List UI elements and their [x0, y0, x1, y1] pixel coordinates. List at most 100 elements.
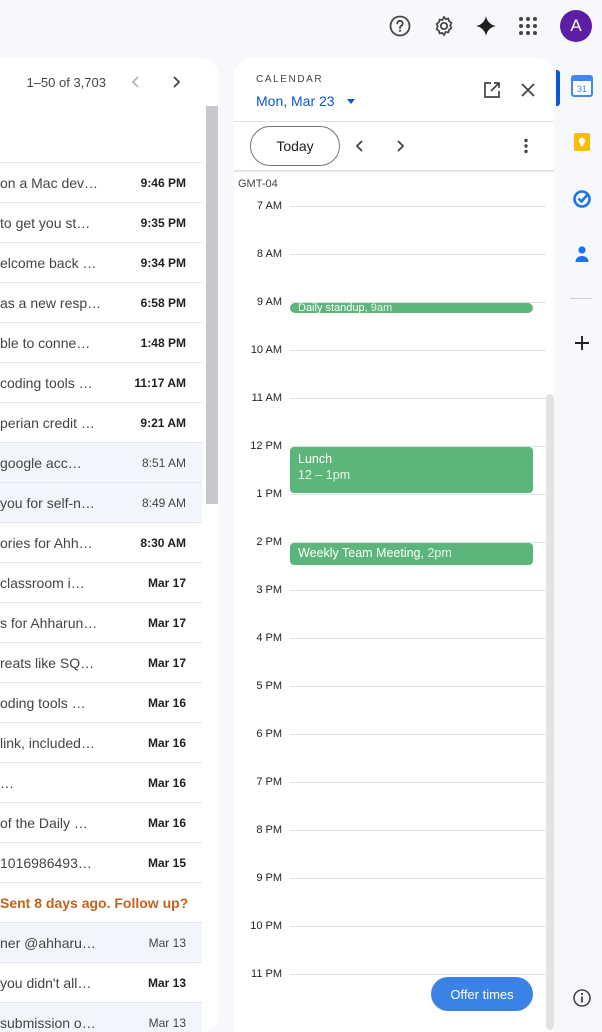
mail-list-header: 1–50 of 3,703: [0, 58, 218, 106]
mail-list-panel: 1–50 of 3,703 on a Mac dev… 9:46 PM to get…: [0, 58, 218, 1032]
follow-up-nudge[interactable]: Sent 8 days ago. Follow up?: [0, 882, 202, 922]
email-snippet: on a Mac dev…: [0, 174, 99, 191]
hour-gridline: [290, 254, 546, 255]
email-row[interactable]: to get you st… 9:35 PM: [0, 202, 202, 242]
more-options-icon[interactable]: [518, 136, 534, 156]
hour-slot[interactable]: 3 PM: [234, 584, 546, 638]
email-row[interactable]: coding tools … 11:17 AM: [0, 362, 202, 402]
today-button[interactable]: Today: [250, 126, 340, 166]
email-snippet: …: [0, 774, 14, 791]
email-snippet: perian credit …: [0, 414, 95, 431]
hour-gridline: [290, 398, 546, 399]
apps-grid-icon[interactable]: [512, 10, 544, 42]
offer-times-button[interactable]: Offer times: [431, 977, 533, 1011]
hour-label: 3 PM: [256, 584, 282, 596]
email-date: 8:51 AM: [141, 455, 186, 470]
hour-gridline: [290, 782, 546, 783]
email-row[interactable]: submission o… Mar 13: [0, 1002, 202, 1032]
keep-icon[interactable]: [568, 128, 596, 156]
hour-label: 11 AM: [251, 392, 282, 404]
email-row[interactable]: oding tools … Mar 16: [0, 682, 202, 722]
older-page-button[interactable]: [128, 72, 144, 92]
email-snippet: elcome back …: [0, 254, 97, 271]
email-row[interactable]: s for Ahharun… Mar 17: [0, 602, 202, 642]
date-picker[interactable]: Mon, Mar 23: [256, 93, 355, 109]
email-row[interactable]: 1016986493… Mar 15: [0, 842, 202, 882]
sparkle-icon[interactable]: [470, 10, 502, 42]
next-day-button[interactable]: [392, 136, 408, 156]
calendar-scrollbar[interactable]: [546, 394, 554, 1030]
event-title: Daily standup: [298, 303, 365, 313]
email-row[interactable]: perian credit … 9:21 AM: [0, 402, 202, 442]
email-row[interactable]: link, included… Mar 16: [0, 722, 202, 762]
hour-label: 8 AM: [256, 248, 282, 260]
mail-scrollbar[interactable]: [206, 106, 218, 504]
current-date: Mon, Mar 23: [256, 93, 335, 109]
help-icon[interactable]: [384, 10, 416, 42]
email-date: Mar 16: [147, 815, 186, 830]
calendar-event[interactable]: Weekly Team Meeting, 2pm: [290, 543, 533, 565]
calendar-event[interactable]: Lunch 12 – 1pm: [290, 447, 533, 493]
hour-slot[interactable]: 10 AM: [234, 344, 546, 398]
email-date: Mar 13: [148, 935, 186, 950]
email-row[interactable]: you for self-n… 8:49 AM: [0, 482, 202, 522]
hour-slot[interactable]: 8 AM: [234, 248, 546, 302]
email-row[interactable]: you didn't all… Mar 13: [0, 962, 202, 1002]
selected-indicator: [556, 70, 560, 106]
contacts-icon[interactable]: [568, 240, 596, 268]
email-date: Mar 17: [147, 655, 186, 670]
hour-label: 12 PM: [250, 440, 282, 452]
calendar-event[interactable]: Daily standup, 9am: [290, 303, 533, 313]
header-shadow: [234, 170, 554, 173]
hour-gridline: [290, 974, 546, 975]
event-title: Weekly Team Meeting: [298, 546, 421, 560]
event-time: 2pm: [427, 546, 452, 560]
email-row[interactable]: … Mar 16: [0, 762, 202, 802]
hour-gridline: [290, 206, 546, 207]
previous-day-button[interactable]: [352, 136, 368, 156]
hour-label: 8 PM: [256, 824, 282, 836]
email-row[interactable]: on a Mac dev… 9:46 PM: [0, 162, 202, 202]
hour-slot[interactable]: 10 PM: [234, 920, 546, 974]
hour-label: 7 PM: [256, 776, 282, 788]
hour-slot[interactable]: 6 PM: [234, 728, 546, 782]
hour-slot[interactable]: 11 AM: [234, 392, 546, 446]
hour-slot[interactable]: 5 PM: [234, 680, 546, 734]
email-snippet: s for Ahharun…: [0, 614, 98, 631]
close-icon[interactable]: [518, 80, 538, 100]
email-row[interactable]: ner @ahharu… Mar 13: [0, 922, 202, 962]
hour-gridline: [290, 638, 546, 639]
top-bar: A: [0, 0, 602, 56]
email-row[interactable]: elcome back … 9:34 PM: [0, 242, 202, 282]
info-icon[interactable]: [568, 984, 596, 1012]
newer-page-button[interactable]: [168, 72, 184, 92]
avatar[interactable]: A: [560, 10, 592, 42]
email-row[interactable]: ble to conne… 1:48 PM: [0, 322, 202, 362]
email-row[interactable]: ories for Ahh… 8:30 AM: [0, 522, 202, 562]
email-row[interactable]: google acc… 8:51 AM: [0, 442, 202, 482]
add-icon[interactable]: [568, 329, 596, 357]
hour-slot[interactable]: 7 AM: [234, 200, 546, 254]
email-date: Mar 17: [147, 575, 186, 590]
email-row[interactable]: reats like SQ… Mar 17: [0, 642, 202, 682]
tasks-icon[interactable]: [568, 184, 596, 212]
hour-slot[interactable]: 8 PM: [234, 824, 546, 878]
email-row[interactable]: as a new resp… 6:58 PM: [0, 282, 202, 322]
hour-label: 7 AM: [256, 200, 282, 212]
hour-gridline: [290, 350, 546, 351]
calendar-icon[interactable]: 31: [568, 72, 596, 100]
email-row[interactable]: classroom i… Mar 17: [0, 562, 202, 602]
email-snippet: ner @ahharu…: [0, 934, 96, 951]
email-snippet: classroom i…: [0, 574, 85, 591]
gear-icon[interactable]: [428, 10, 460, 42]
hour-gridline: [290, 830, 546, 831]
email-row[interactable]: of the Daily … Mar 16: [0, 802, 202, 842]
hour-slot[interactable]: 7 PM: [234, 776, 546, 830]
event-time: 12 – 1pm: [298, 468, 351, 482]
email-snippet: google acc…: [0, 454, 82, 471]
hour-slot[interactable]: 9 PM: [234, 872, 546, 926]
hour-gridline: [290, 686, 546, 687]
open-in-new-tab-icon[interactable]: [482, 80, 502, 100]
hour-slot[interactable]: 4 PM: [234, 632, 546, 686]
hour-slot[interactable]: 1 PM: [234, 488, 546, 542]
